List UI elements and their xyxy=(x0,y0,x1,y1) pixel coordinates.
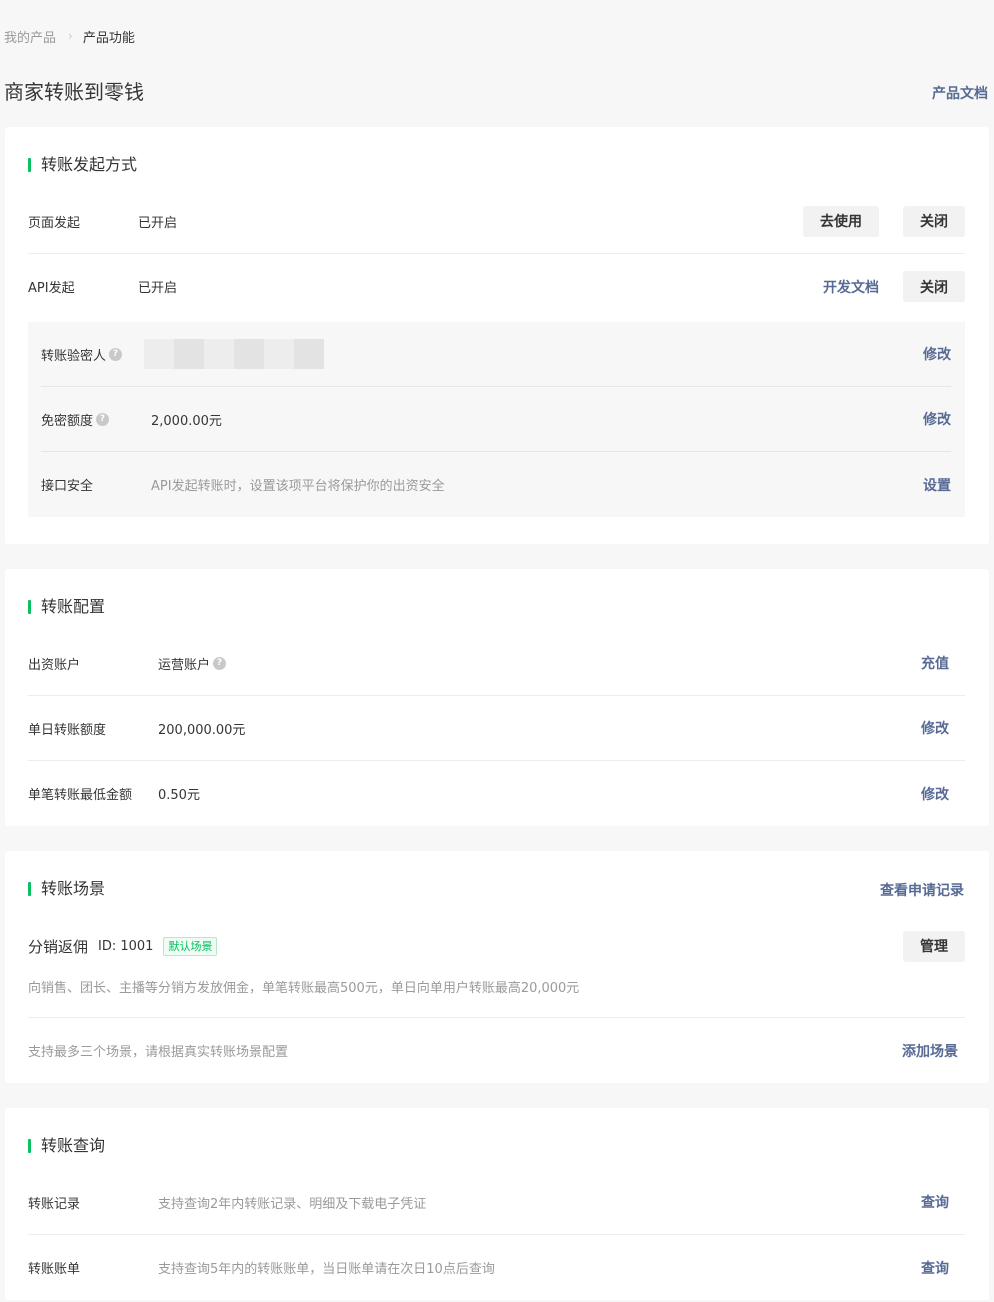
min-amount-row: 单笔转账最低金额 0.50元 修改 xyxy=(28,761,965,826)
account-name: 运营账户 xyxy=(158,657,211,673)
bills-desc: 支持查询5年内的转账账单，当日账单请在次日10点后查询 xyxy=(158,1262,495,1277)
edit-quota-link[interactable]: 修改 xyxy=(923,409,951,429)
section-title-text: 转账场景 xyxy=(41,879,106,898)
quota-value: 2,000.00元 xyxy=(151,413,222,429)
free-quota-row: 免密额度 ? 2,000.00元 修改 xyxy=(41,387,951,452)
scene-limit-note: 支持最多三个场景，请根据真实转账场景配置 xyxy=(28,1045,289,1060)
row-actions: 开发文档 关闭 xyxy=(823,271,965,302)
title-accent-bar xyxy=(28,1139,31,1153)
masked-verifier-name xyxy=(144,339,324,369)
security-desc: API发起转账时，设置该项平台将保护你的出资安全 xyxy=(151,479,445,494)
row-label: 接口安全 xyxy=(41,479,94,494)
records-desc: 支持查询2年内转账记录、明细及下载电子凭证 xyxy=(158,1196,427,1212)
status-text: 已开启 xyxy=(138,281,178,296)
edit-min-amount-link[interactable]: 修改 xyxy=(921,784,949,804)
section-title-text: 转账发起方式 xyxy=(41,155,138,174)
question-icon[interactable]: ? xyxy=(96,412,110,426)
breadcrumb-current: 产品功能 xyxy=(82,30,135,46)
api-settings-panel: 转账验密人 ? 修改 免密额度 ? 2,000.00元 修改 接口安全 API发… xyxy=(28,322,965,517)
edit-verifier-link[interactable]: 修改 xyxy=(923,344,951,364)
verifier-row: 转账验密人 ? 修改 xyxy=(41,322,951,387)
close-page-launch-button[interactable]: 关闭 xyxy=(903,205,965,237)
row-label: 转账记录 xyxy=(28,1196,81,1212)
section-title: 转账配置 xyxy=(28,597,105,617)
chevron-right-icon: › xyxy=(68,29,73,43)
row-label: 页面发起 xyxy=(28,215,81,231)
breadcrumb: 我的产品 › 产品功能 xyxy=(4,27,135,46)
api-launch-row: API发起 已开启 开发文档 关闭 xyxy=(28,254,965,319)
security-settings-link[interactable]: 设置 xyxy=(923,475,951,495)
question-icon[interactable]: ? xyxy=(109,347,123,361)
page-title: 商家转账到零钱 xyxy=(4,80,144,104)
product-doc-link[interactable]: 产品文档 xyxy=(932,83,988,103)
funding-account-value: 运营账户 ? xyxy=(158,654,921,673)
view-application-records-link[interactable]: 查看申请记录 xyxy=(880,880,964,900)
breadcrumb-my-products[interactable]: 我的产品 xyxy=(4,27,56,46)
transfer-method-card: 转账发起方式 页面发起 已开启 去使用 关闭 API发起 已开启 开发文档 关闭… xyxy=(5,127,989,544)
section-title: 转账场景 xyxy=(28,879,105,899)
section-title-text: 转账配置 xyxy=(41,597,106,616)
edit-daily-limit-link[interactable]: 修改 xyxy=(921,718,949,738)
scene-header: 分销返佣 ID: 1001 默认场景 管理 xyxy=(28,928,965,964)
row-label: 单笔转账最低金额 xyxy=(28,788,133,803)
default-scene-badge: 默认场景 xyxy=(163,936,218,956)
row-label: 出资账户 xyxy=(28,657,81,673)
section-title-text: 转账查询 xyxy=(41,1136,106,1155)
transfer-scenes-card: 转账场景 查看申请记录 分销返佣 ID: 1001 默认场景 管理 向销售、团长… xyxy=(5,851,989,1083)
row-label: 免密额度 ? xyxy=(41,410,151,429)
transfer-bills-row: 转账账单 支持查询5年内的转账账单，当日账单请在次日10点后查询 查询 xyxy=(28,1235,965,1300)
section-title: 转账查询 xyxy=(28,1136,105,1156)
min-amount-value: 0.50元 xyxy=(158,788,200,803)
title-accent-bar xyxy=(28,158,31,172)
row-label: 转账验密人 ? xyxy=(41,345,151,364)
recharge-link[interactable]: 充值 xyxy=(921,653,949,673)
status-text: 已开启 xyxy=(138,215,178,231)
title-accent-bar xyxy=(28,882,31,896)
query-records-link[interactable]: 查询 xyxy=(921,1192,949,1212)
query-bills-link[interactable]: 查询 xyxy=(921,1258,949,1278)
go-use-button[interactable]: 去使用 xyxy=(803,205,879,237)
scene-id: ID: 1001 xyxy=(98,938,154,954)
manage-scene-button[interactable]: 管理 xyxy=(903,930,965,962)
scene-item: 分销返佣 ID: 1001 默认场景 管理 向销售、团长、主播等分销方发放佣金，… xyxy=(28,928,965,1018)
title-accent-bar xyxy=(28,600,31,614)
transfer-query-card: 转账查询 转账记录 支持查询2年内转账记录、明细及下载电子凭证 查询 转账账单 … xyxy=(5,1108,989,1300)
transfer-config-card: 转账配置 出资账户 运营账户 ? 充值 单日转账额度 200,000.00元 修… xyxy=(5,569,989,826)
row-label: API发起 xyxy=(28,281,75,296)
row-label-text: 转账验密人 xyxy=(41,348,107,364)
row-label-text: 免密额度 xyxy=(41,413,94,429)
scene-desc: 向销售、团长、主播等分销方发放佣金，单笔转账最高500元，单日向单用户转账最高2… xyxy=(28,981,580,996)
scene-name: 分销返佣 xyxy=(28,937,89,956)
question-icon[interactable]: ? xyxy=(213,656,227,670)
verifier-value xyxy=(144,339,923,369)
scenes-footer-row: 支持最多三个场景，请根据真实转账场景配置 添加场景 xyxy=(28,1018,965,1083)
transfer-records-row: 转账记录 支持查询2年内转账记录、明细及下载电子凭证 查询 xyxy=(28,1170,965,1235)
row-actions: 去使用 关闭 xyxy=(803,205,965,237)
row-label: 单日转账额度 xyxy=(28,722,107,738)
funding-account-row: 出资账户 运营账户 ? 充值 xyxy=(28,631,965,696)
add-scene-link[interactable]: 添加场景 xyxy=(902,1041,958,1061)
daily-limit-value: 200,000.00元 xyxy=(158,722,246,738)
api-security-row: 接口安全 API发起转账时，设置该项平台将保护你的出资安全 设置 xyxy=(41,452,951,517)
row-label: 转账账单 xyxy=(28,1262,81,1277)
dev-doc-link[interactable]: 开发文档 xyxy=(823,277,879,297)
page-launch-row: 页面发起 已开启 去使用 关闭 xyxy=(28,189,965,254)
section-title: 转账发起方式 xyxy=(28,155,137,175)
close-api-launch-button[interactable]: 关闭 xyxy=(903,271,965,302)
daily-limit-row: 单日转账额度 200,000.00元 修改 xyxy=(28,696,965,761)
